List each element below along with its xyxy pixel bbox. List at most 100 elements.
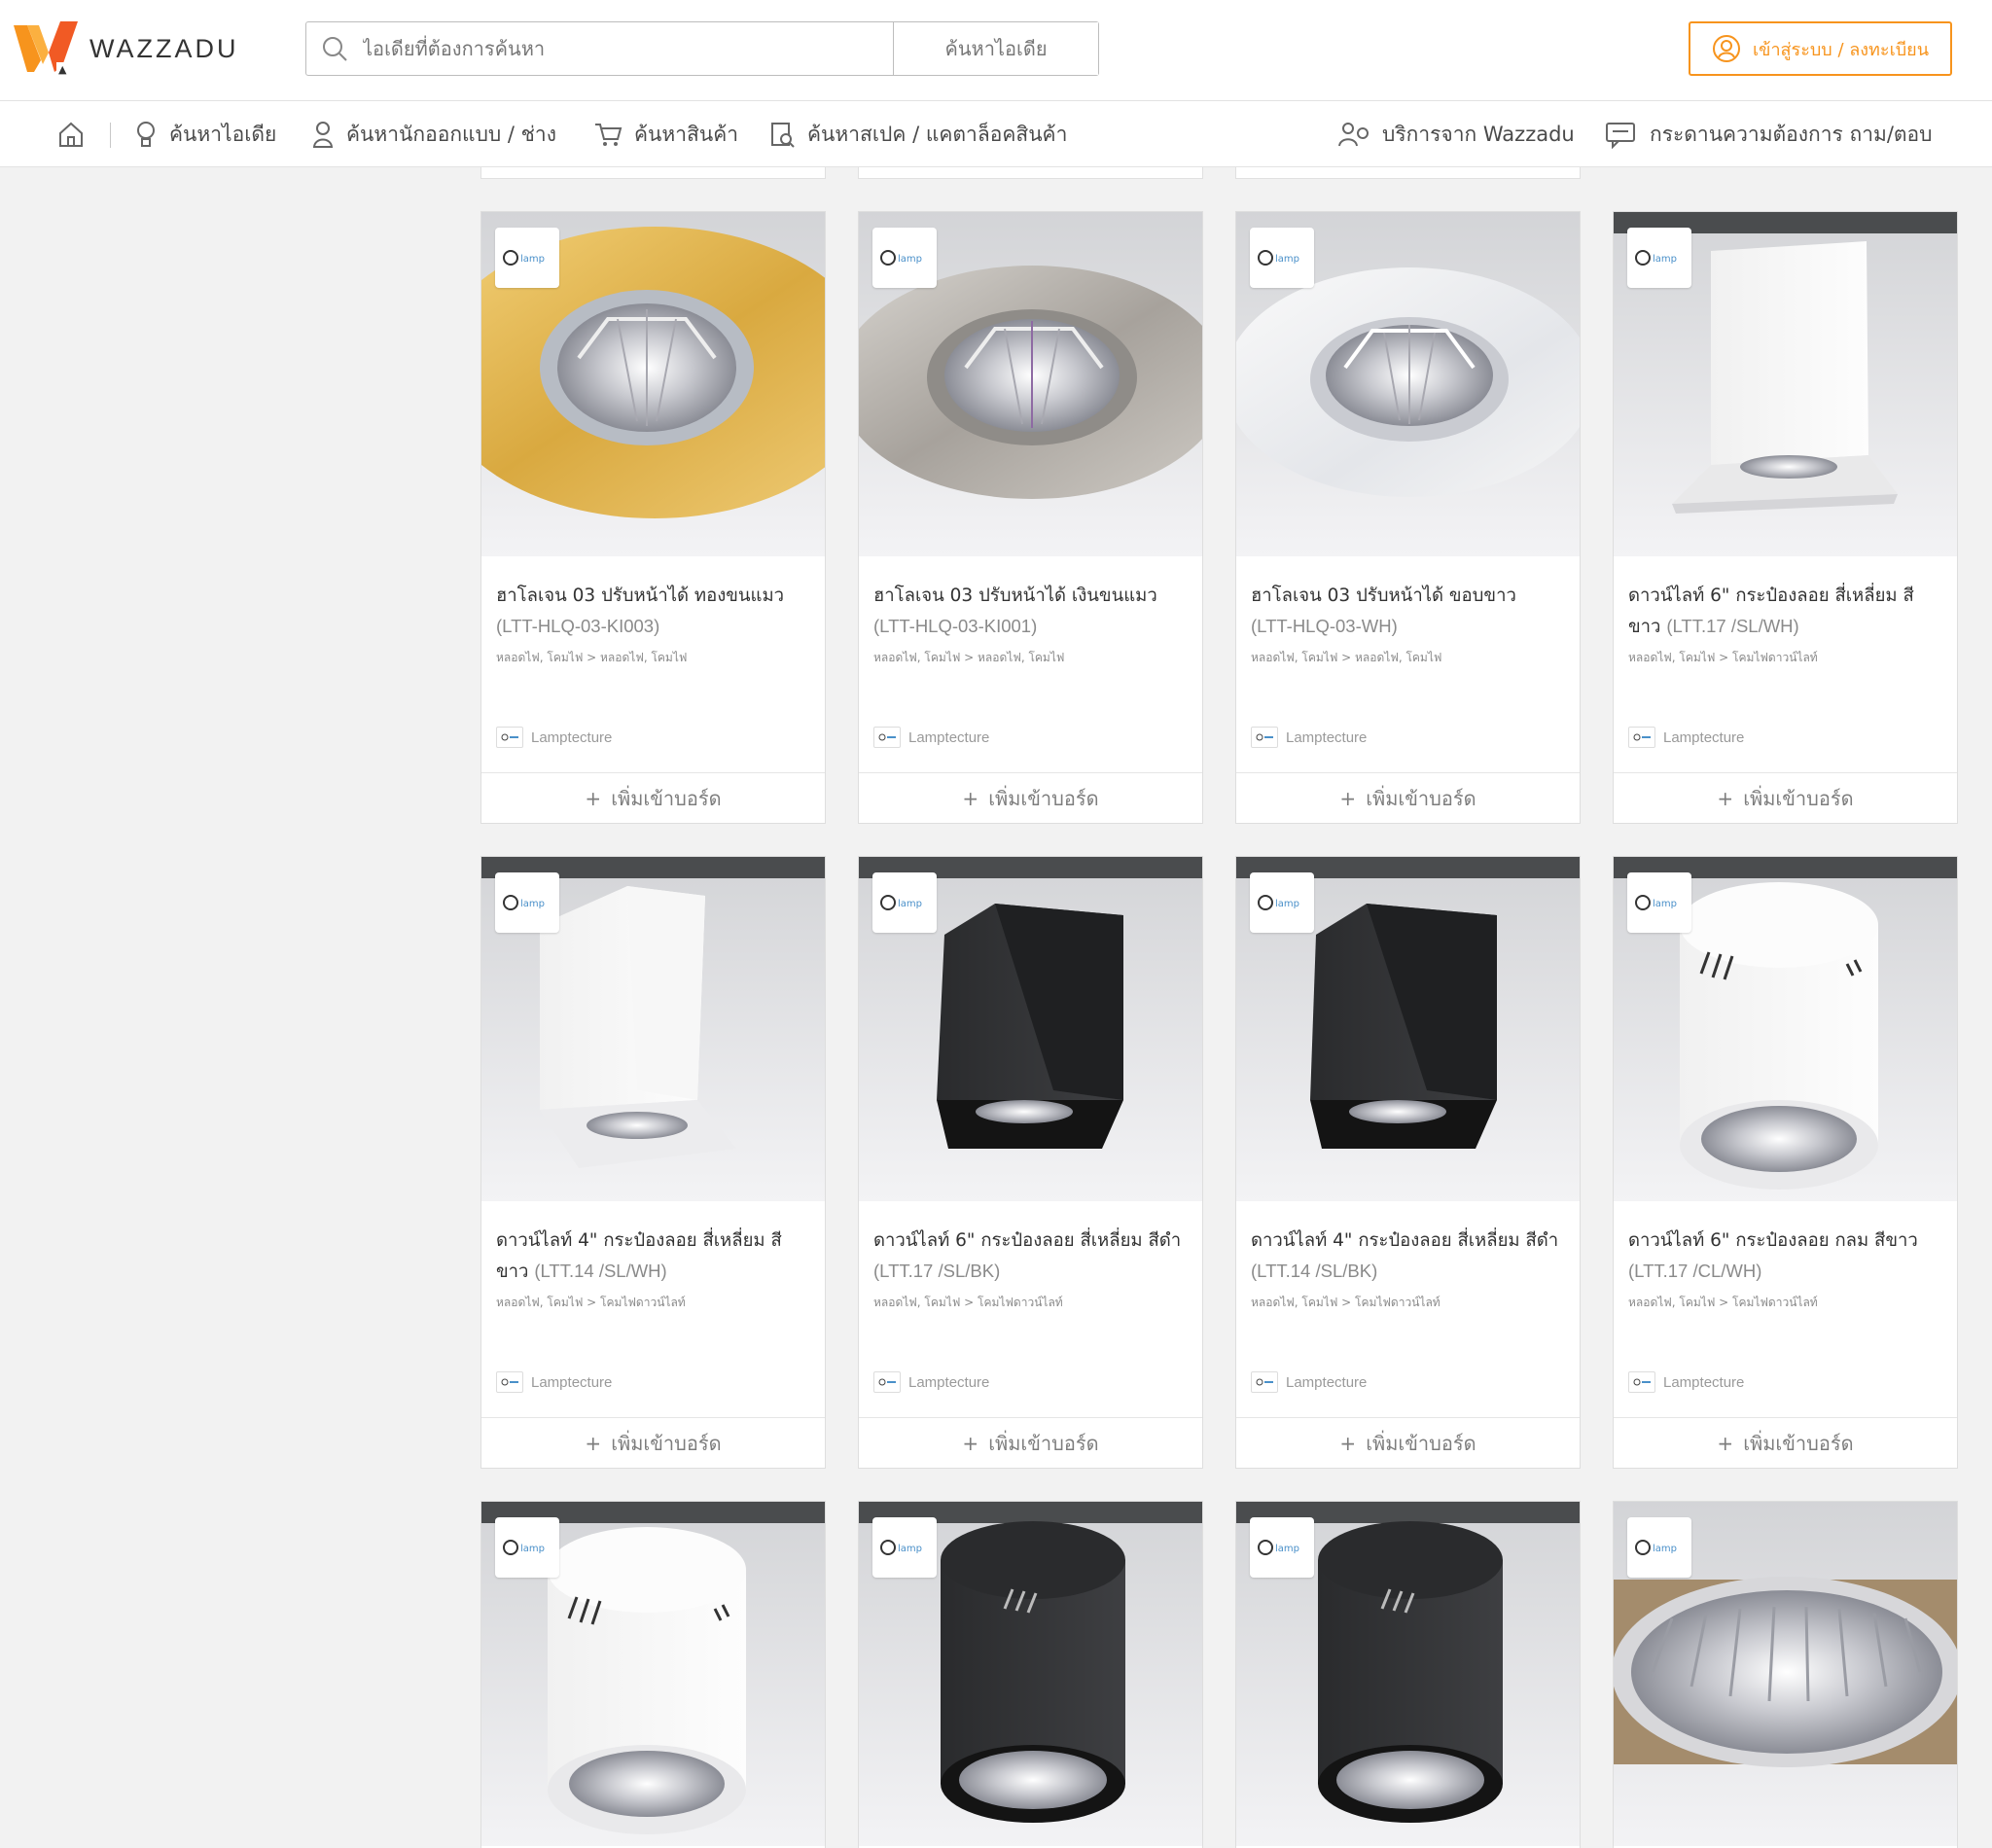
lamptecture-logo-icon: lamp — [1250, 228, 1314, 288]
add-to-board-button[interactable]: + เพิ่มเข้าบอร์ด — [1236, 1417, 1580, 1468]
nav-find-spec-catalog-label: ค้นหาสเปค / แคตาล็อคสินค้า — [807, 122, 1068, 146]
brand-mini-icon — [1251, 1371, 1278, 1393]
product-card[interactable]: lamp ดาวน์ไลท์ 6" กระป๋องลอย สี่เหลี่ยม … — [1613, 211, 1958, 824]
product-category: หลอดไฟ, โคมไฟ > โคมไฟดาวน์ไลท์ — [1628, 1296, 1818, 1309]
brand-name: Lamptecture — [531, 729, 613, 746]
login-register-label: เข้าสู่ระบบ / ลงทะเบียน — [1752, 39, 1930, 60]
product-card[interactable]: lamp ดาวน์ไลท์ 6" กระป๋องลอย สี่เหลี่ยม … — [858, 856, 1203, 1469]
svg-text:lamp: lamp — [1653, 254, 1677, 265]
card-body: ดาวน์ไลท์ 4" กระป๋องลอย สี่เหลี่ยม สีดำ … — [1236, 1201, 1580, 1417]
product-image[interactable]: lamp — [1236, 857, 1580, 1201]
brand-link[interactable]: Lamptecture — [873, 727, 989, 748]
product-image[interactable]: lamp — [859, 857, 1202, 1201]
product-image[interactable]: lamp — [859, 1502, 1202, 1846]
add-to-board-button[interactable]: + เพิ่มเข้าบอร์ด — [1614, 1417, 1957, 1468]
product-category: หลอดไฟ, โคมไฟ > หลอดไฟ, โคมไฟ — [873, 651, 1065, 664]
product-image[interactable]: lamp — [481, 1502, 825, 1846]
product-title-text: ฮาโลเจน 03 ปรับหน้าได้ เงินขนแมว — [873, 586, 1157, 606]
search-input[interactable] — [363, 22, 893, 75]
product-card[interactable]: lamp — [1235, 1501, 1581, 1848]
add-to-board-button[interactable]: + เพิ่มเข้าบอร์ด — [481, 772, 825, 823]
brand-name: Lamptecture — [1663, 1373, 1745, 1391]
lamptecture-logo-icon: lamp — [495, 872, 559, 933]
brand-mini-icon — [1628, 727, 1655, 748]
product-card[interactable]: lamp ฮาโลเจน 03 ปรับหน้าได้ ขอบขาว (LTT-H… — [1235, 211, 1581, 824]
product-image[interactable]: lamp — [859, 212, 1202, 556]
brand-link[interactable]: Lamptecture — [1251, 1371, 1367, 1393]
product-code: (LTT-HLQ-03-KI001) — [873, 616, 1038, 636]
product-category: หลอดไฟ, โคมไฟ > โคมไฟดาวน์ไลท์ — [1628, 651, 1818, 664]
brand-link[interactable]: Lamptecture — [496, 1371, 612, 1393]
product-image[interactable]: lamp — [1614, 212, 1957, 556]
nav-find-ideas[interactable]: ค้นหาไอเดีย — [134, 101, 276, 167]
product-image[interactable]: lamp — [1614, 857, 1957, 1201]
product-image[interactable]: lamp — [1236, 1502, 1580, 1846]
brand-link[interactable]: Lamptecture — [1628, 1371, 1744, 1393]
add-to-board-button[interactable]: + เพิ่มเข้าบอร์ด — [859, 772, 1202, 823]
plus-icon: + — [1717, 786, 1734, 810]
product-title[interactable]: ฮาโลเจน 03 ปรับหน้าได้ เงินขนแมว (LTT-HLQ… — [873, 581, 1188, 641]
brand-mini-icon — [496, 727, 523, 748]
nav-find-products[interactable]: ค้นหาสินค้า — [593, 101, 738, 167]
product-image[interactable]: lamp — [1614, 1502, 1957, 1846]
brand-link[interactable]: Lamptecture — [873, 1371, 989, 1393]
add-to-board-button[interactable]: + เพิ่มเข้าบอร์ด — [859, 1417, 1202, 1468]
brand-link[interactable]: Lamptecture — [1251, 727, 1367, 748]
nav-request-board[interactable]: กระดานความต้องการ ถาม/ตอบ — [1605, 101, 1933, 167]
login-register-button[interactable]: เข้าสู่ระบบ / ลงทะเบียน — [1689, 21, 1952, 76]
brand-link[interactable]: Lamptecture — [496, 727, 612, 748]
product-card[interactable]: lamp ดาวน์ไลท์ 6" กระป๋องลอย กลม สีขาว (L… — [1613, 856, 1958, 1469]
svg-text:lamp: lamp — [520, 254, 545, 265]
product-card[interactable]: lamp ดาวน์ไลท์ 4" กระป๋องลอย สี่เหลี่ยม … — [1235, 856, 1581, 1469]
product-card[interactable]: lamp ฮาโลเจน 03 ปรับหน้าได้ ทองขนแมว (LTT… — [480, 211, 826, 824]
card-partial — [1235, 167, 1581, 179]
product-title[interactable]: ดาวน์ไลท์ 4" กระป๋องลอย สี่เหลี่ยม สีดำ … — [1251, 1226, 1565, 1286]
lamptecture-logo-icon: lamp — [1627, 1517, 1691, 1578]
product-title[interactable]: ดาวน์ไลท์ 4" กระป๋องลอย สี่เหลี่ยม สีขาว… — [496, 1226, 810, 1286]
catalog-icon — [771, 123, 795, 148]
add-to-board-label: เพิ่มเข้าบอร์ด — [1743, 786, 1854, 810]
product-title[interactable]: ดาวน์ไลท์ 6" กระป๋องลอย สี่เหลี่ยม สีขาว… — [1628, 581, 1942, 641]
add-to-board-label: เพิ่มเข้าบอร์ด — [611, 1431, 722, 1455]
product-category: หลอดไฟ, โคมไฟ > โคมไฟดาวน์ไลท์ — [1251, 1296, 1441, 1309]
product-code: (LTT.17 /SL/WH) — [1666, 616, 1799, 636]
add-to-board-label: เพิ่มเข้าบอร์ด — [611, 786, 722, 810]
lamptecture-logo-icon: lamp — [872, 872, 937, 933]
product-title-text: ฮาโลเจน 03 ปรับหน้าได้ ทองขนแมว — [496, 586, 785, 606]
product-title[interactable]: ฮาโลเจน 03 ปรับหน้าได้ ขอบขาว (LTT-HLQ-03… — [1251, 581, 1565, 641]
card-body: ฮาโลเจน 03 ปรับหน้าได้ ทองขนแมว (LTT-HLQ-… — [481, 556, 825, 772]
product-card[interactable]: lamp ดาวน์ไลท์ 4" กระป๋องลอย สี่เหลี่ยม … — [480, 856, 826, 1469]
product-title[interactable]: ดาวน์ไลท์ 6" กระป๋องลอย สี่เหลี่ยม สีดำ … — [873, 1226, 1188, 1286]
add-to-board-button[interactable]: + เพิ่มเข้าบอร์ด — [1614, 772, 1957, 823]
nav-request-board-label: กระดานความต้องการ ถาม/ตอบ — [1650, 122, 1933, 146]
brand-name: Lamptecture — [1663, 729, 1745, 746]
nav-wazzadu-services[interactable]: บริการจาก Wazzadu — [1337, 101, 1575, 167]
brand-mini-icon — [873, 727, 901, 748]
add-to-board-label: เพิ่มเข้าบอร์ด — [1743, 1431, 1854, 1455]
brand-name: Lamptecture — [531, 1373, 613, 1391]
lamptecture-logo-icon: lamp — [1627, 228, 1691, 288]
product-title[interactable]: ฮาโลเจน 03 ปรับหน้าได้ ทองขนแมว (LTT-HLQ-… — [496, 581, 810, 641]
product-image[interactable]: lamp — [481, 212, 825, 556]
plus-icon: + — [585, 786, 602, 810]
product-image[interactable]: lamp — [1236, 212, 1580, 556]
product-card[interactable]: lamp — [858, 1501, 1203, 1848]
add-to-board-button[interactable]: + เพิ่มเข้าบอร์ด — [1236, 772, 1580, 823]
product-card[interactable]: lamp — [480, 1501, 826, 1848]
nav-home[interactable] — [56, 101, 86, 167]
svg-text:lamp: lamp — [1653, 1544, 1677, 1554]
search-ideas-button[interactable]: ค้นหาไอเดีย — [893, 22, 1098, 75]
nav-find-designers[interactable]: ค้นหานักออกแบบ / ช่าง — [311, 101, 556, 167]
product-card[interactable]: lamp — [1613, 1501, 1958, 1848]
plus-icon: + — [1339, 1431, 1357, 1455]
brand-link[interactable]: Lamptecture — [1628, 727, 1744, 748]
product-title[interactable]: ดาวน์ไลท์ 6" กระป๋องลอย กลม สีขาว (LTT.17… — [1628, 1226, 1942, 1286]
lamptecture-logo-icon: lamp — [872, 1517, 937, 1578]
plus-icon: + — [962, 1431, 979, 1455]
product-code: (LTT.14 /SL/BK) — [1251, 1261, 1378, 1281]
add-to-board-button[interactable]: + เพิ่มเข้าบอร์ด — [481, 1417, 825, 1468]
product-image[interactable]: lamp — [481, 857, 825, 1201]
wazzadu-logo[interactable]: ▲ WAZZADU — [14, 21, 238, 76]
nav-find-spec-catalog[interactable]: ค้นหาสเปค / แคตาล็อคสินค้า — [768, 101, 1067, 167]
product-card[interactable]: lamp ฮาโลเจน 03 ปรับหน้าได้ เงินขนแมว (LT… — [858, 211, 1203, 824]
